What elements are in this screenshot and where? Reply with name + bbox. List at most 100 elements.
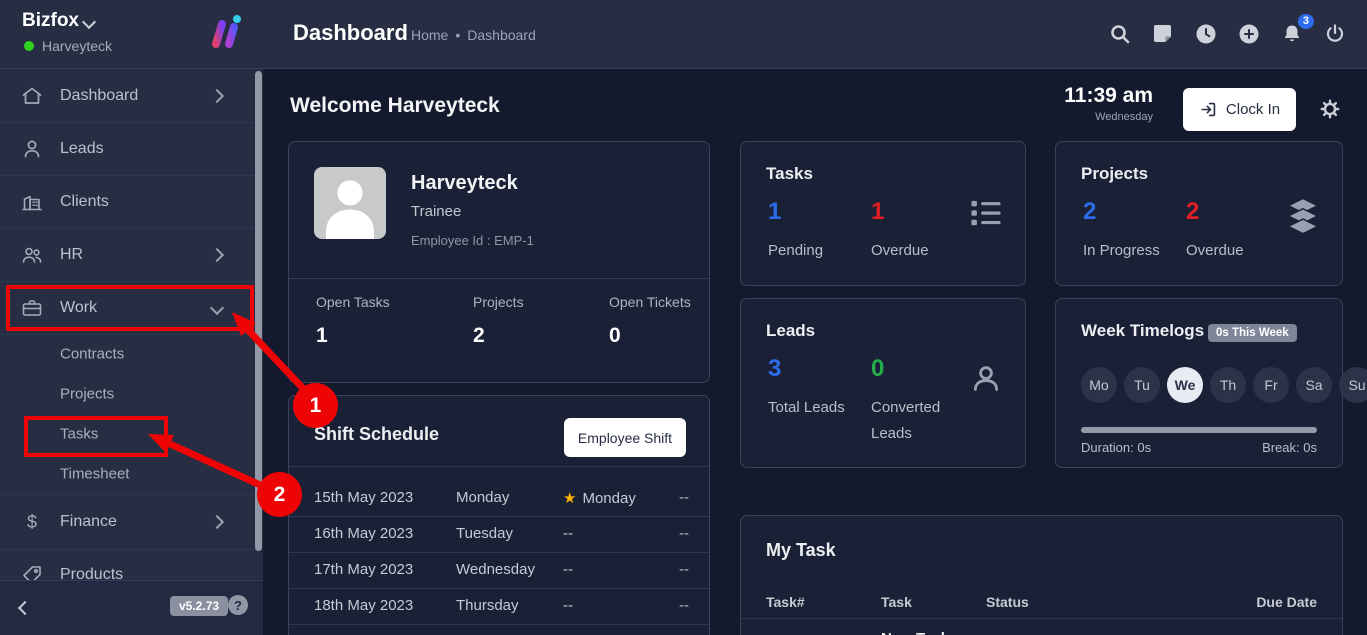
projects-inprogress-label: In Progress xyxy=(1083,238,1175,264)
my-task-title: My Task xyxy=(766,540,836,561)
notes-icon[interactable] xyxy=(1151,22,1175,46)
stat-value: 2 xyxy=(473,324,524,348)
breadcrumb-home[interactable]: Home xyxy=(411,27,448,43)
brand-name[interactable]: Bizfox xyxy=(22,10,79,32)
day-sa[interactable]: Sa xyxy=(1296,367,1332,403)
sidebar-item-leads[interactable]: Leads xyxy=(0,122,256,176)
stat-label: Open Tasks xyxy=(316,294,390,310)
day-we-active[interactable]: We xyxy=(1167,367,1203,403)
shift-extra: -- xyxy=(679,561,689,578)
sidebar-item-hr[interactable]: HR xyxy=(0,228,256,282)
shift-schedule-card: Shift Schedule Employee Shift 15th May 2… xyxy=(288,395,710,635)
column-due-date: Due Date xyxy=(1256,594,1317,610)
projects-card-title: Projects xyxy=(1081,164,1148,184)
top-bar: Dashboard Home • Dashboard 3 xyxy=(263,0,1367,69)
add-icon[interactable] xyxy=(1237,22,1261,46)
chevron-down-icon[interactable] xyxy=(82,15,96,29)
clock-icon[interactable] xyxy=(1194,22,1218,46)
shift-row: 17th May 2023 Wednesday -- -- xyxy=(289,552,709,589)
leads-total-label: Total Leads xyxy=(768,395,860,421)
power-icon[interactable] xyxy=(1323,22,1347,46)
task-row-name[interactable]: New Task xyxy=(881,630,949,635)
shift-date: 18th May 2023 xyxy=(314,597,413,614)
tasks-overdue-label: Overdue xyxy=(871,238,963,264)
my-task-card: My Task Task# Task Status Due Date New T… xyxy=(740,515,1343,635)
shift-row: 18th May 2023 Thursday -- -- xyxy=(289,588,709,625)
breadcrumb-current: Dashboard xyxy=(467,27,536,43)
current-time: 11:39 am Wednesday xyxy=(1064,84,1153,123)
annotation-step-2: 2 xyxy=(257,472,302,517)
shift-row: 15th May 2023 Monday ★Monday -- xyxy=(289,480,709,517)
day-th[interactable]: Th xyxy=(1210,367,1246,403)
top-actions: 3 xyxy=(1108,0,1347,68)
person-icon xyxy=(20,137,44,161)
timelogs-week-badge: 0s This Week xyxy=(1208,324,1297,342)
leads-converted-value: 0 xyxy=(871,355,884,383)
page-title: Dashboard xyxy=(293,20,408,46)
breadcrumb-separator: • xyxy=(455,27,460,43)
sidebar-subitem-timesheet[interactable]: Timesheet xyxy=(0,454,256,494)
clock-in-button[interactable]: Clock In xyxy=(1183,88,1296,131)
time-value: 11:39 am xyxy=(1064,84,1153,108)
sidebar-item-label: Leads xyxy=(60,140,104,158)
app-logo xyxy=(201,11,245,55)
stat-label: Projects xyxy=(473,294,524,310)
sidebar-subitem-projects[interactable]: Projects xyxy=(0,374,256,414)
tasks-card: Tasks 1 Pending 1 Overdue xyxy=(740,141,1026,286)
annotation-box-tasks xyxy=(24,416,168,457)
divider xyxy=(741,618,1342,619)
employee-name: Harveyteck xyxy=(411,172,518,195)
sidebar-item-dashboard[interactable]: Dashboard xyxy=(0,69,256,123)
employee-shift-button[interactable]: Employee Shift xyxy=(564,418,686,457)
chevron-right-icon xyxy=(210,88,224,102)
sidebar-subitem-label: Projects xyxy=(60,386,114,403)
annotation-step-1: 1 xyxy=(293,383,338,428)
breadcrumb: Home • Dashboard xyxy=(411,27,536,43)
help-icon[interactable]: ? xyxy=(228,595,248,615)
leads-card: Leads 3 Total Leads 0 Converted Leads xyxy=(740,298,1026,468)
brand-row: Bizfox Harveyteck xyxy=(0,0,263,69)
gear-icon[interactable] xyxy=(1319,98,1341,120)
shift-day: Thursday xyxy=(456,597,519,614)
shift-extra: -- xyxy=(679,489,689,506)
day-tu[interactable]: Tu xyxy=(1124,367,1160,403)
bell-icon[interactable]: 3 xyxy=(1280,22,1304,46)
clock-in-label: Clock In xyxy=(1226,101,1280,118)
shift-date: 17th May 2023 xyxy=(314,561,413,578)
shift-extra: -- xyxy=(679,597,689,614)
day-mo[interactable]: Mo xyxy=(1081,367,1117,403)
shift-value: -- xyxy=(563,525,573,542)
sidebar-item-label: Clients xyxy=(60,193,109,211)
home-icon xyxy=(20,84,44,108)
workspace-user-name: Harveyteck xyxy=(42,38,112,54)
online-status-dot xyxy=(24,41,34,51)
stat-label: Open Tickets xyxy=(609,294,691,310)
sidebar-footer: v5.2.73 ? xyxy=(0,580,263,635)
search-icon[interactable] xyxy=(1108,22,1132,46)
leads-converted-label: Converted Leads xyxy=(871,395,963,447)
sidebar-scrollbar[interactable] xyxy=(255,71,262,551)
projects-card: Projects 2 In Progress 2 Overdue xyxy=(1055,141,1343,286)
sidebar-item-label: Dashboard xyxy=(60,87,138,105)
sidebar-subitem-contracts[interactable]: Contracts xyxy=(0,334,256,374)
projects-inprogress-value: 2 xyxy=(1083,198,1096,226)
tasks-pending-value: 1 xyxy=(768,198,781,226)
stat-value: 1 xyxy=(316,324,390,348)
day-fr[interactable]: Fr xyxy=(1253,367,1289,403)
login-icon xyxy=(1199,100,1218,119)
timelog-progress-bar xyxy=(1081,427,1317,433)
people-icon xyxy=(20,243,44,267)
sidebar-item-clients[interactable]: Clients xyxy=(0,175,256,229)
sidebar-item-label: HR xyxy=(60,246,83,264)
avatar xyxy=(314,167,386,239)
main-content: Welcome Harveyteck 11:39 am Wednesday Cl… xyxy=(263,68,1367,635)
notification-count-badge: 3 xyxy=(1298,14,1314,29)
shift-value: -- xyxy=(563,597,573,614)
collapse-sidebar-icon[interactable] xyxy=(18,601,32,615)
chevron-right-icon xyxy=(210,247,224,261)
app-window: Bizfox Harveyteck xyxy=(0,0,1367,635)
shift-value: ★Monday xyxy=(563,489,636,507)
employee-role: Trainee xyxy=(411,203,461,220)
day-su[interactable]: Su xyxy=(1339,367,1367,403)
sidebar-item-finance[interactable]: $ Finance xyxy=(0,494,256,550)
